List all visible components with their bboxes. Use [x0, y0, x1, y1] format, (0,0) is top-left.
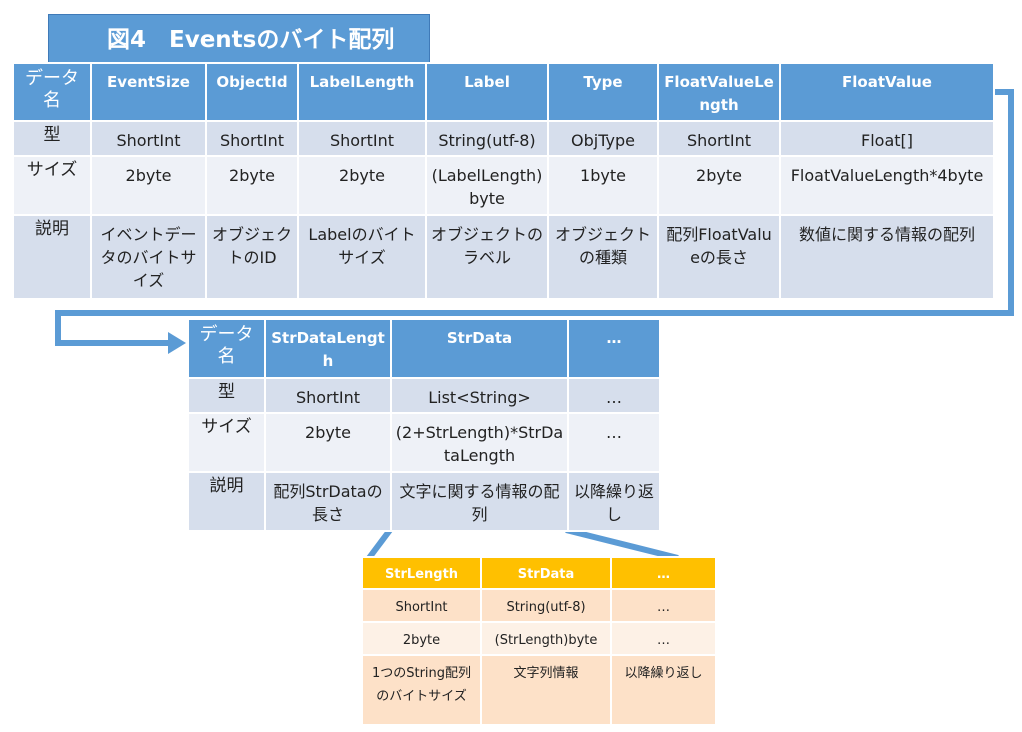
events-table: データ名 EventSize ObjectId LabelLength Labe…: [12, 62, 995, 300]
table-cell: 以降繰り返し: [567, 471, 661, 532]
row-label: 型: [12, 120, 92, 157]
table-cell: …: [610, 621, 717, 656]
table-row: 1つのString配列のバイトサイズ 文字列情報 以降繰り返し: [361, 654, 717, 726]
table-cell: 2byte: [361, 621, 482, 656]
table-row: データ名 EventSize ObjectId LabelLength Labe…: [12, 62, 995, 122]
column-header: ObjectId: [205, 62, 299, 122]
table-cell: 文字列情報: [480, 654, 612, 726]
zoom-line-left: [366, 528, 393, 560]
row-label: 説明: [187, 471, 266, 532]
column-header: …: [610, 556, 717, 590]
table-cell: 文字に関する情報の配列: [390, 471, 569, 532]
table-row: 型 ShortInt ShortInt ShortInt String(utf-…: [12, 120, 995, 157]
row-label: データ名: [12, 62, 92, 122]
row-label: サイズ: [12, 155, 92, 216]
zoom-line-right: [565, 527, 679, 561]
flow-arrow-head: [168, 332, 186, 354]
table-row: StrLength StrData …: [361, 556, 717, 590]
table-cell: (2+StrLength)*StrDataLength: [390, 412, 569, 473]
table-row: ShortInt String(utf-8) …: [361, 588, 717, 623]
table-cell: オブジェクトのラベル: [425, 214, 549, 300]
column-header: LabelLength: [297, 62, 427, 122]
table-cell: 2byte: [90, 155, 207, 216]
string-table: StrLength StrData … ShortInt String(utf-…: [361, 556, 717, 726]
table-cell: ShortInt: [657, 120, 781, 157]
figure-title: 図4 Eventsのバイト配列: [48, 14, 430, 64]
table-cell: ShortInt: [297, 120, 427, 157]
table-row: 2byte (StrLength)byte …: [361, 621, 717, 656]
table-cell: ShortInt: [90, 120, 207, 157]
column-header: Type: [547, 62, 659, 122]
column-header: …: [567, 318, 661, 379]
table-row: 説明 イベントデータのバイトサイズ オブジェクトのID Labelのバイトサイズ…: [12, 214, 995, 300]
table-cell: 2byte: [657, 155, 781, 216]
table-cell: 2byte: [297, 155, 427, 216]
table-row: 型 ShortInt List<String> …: [187, 377, 661, 414]
table-row: サイズ 2byte (2+StrLength)*StrDataLength …: [187, 412, 661, 473]
row-label: サイズ: [187, 412, 266, 473]
table-cell: オブジェクトの種類: [547, 214, 659, 300]
table-cell: ObjType: [547, 120, 659, 157]
table-cell: 配列StrDataの長さ: [264, 471, 392, 532]
table-cell: String(utf-8): [425, 120, 549, 157]
column-header: FloatValue: [779, 62, 995, 122]
table-cell: 以降繰り返し: [610, 654, 717, 726]
table-cell: …: [567, 377, 661, 414]
column-header: FloatValueLength: [657, 62, 781, 122]
column-header: EventSize: [90, 62, 207, 122]
row-label: 型: [187, 377, 266, 414]
table-cell: (StrLength)byte: [480, 621, 612, 656]
table-cell: …: [567, 412, 661, 473]
table-cell: ShortInt: [361, 588, 482, 623]
table-cell: 配列FloatValueの長さ: [657, 214, 781, 300]
table-cell: ShortInt: [264, 377, 392, 414]
table-cell: 2byte: [205, 155, 299, 216]
column-header: StrData: [480, 556, 612, 590]
row-label: データ名: [187, 318, 266, 379]
table-cell: オブジェクトのID: [205, 214, 299, 300]
table-cell: String(utf-8): [480, 588, 612, 623]
table-cell: イベントデータのバイトサイズ: [90, 214, 207, 300]
table-cell: Float[]: [779, 120, 995, 157]
table-row: データ名 StrDataLength StrData …: [187, 318, 661, 379]
table-cell: Labelのバイトサイズ: [297, 214, 427, 300]
table-cell: …: [610, 588, 717, 623]
table-row: サイズ 2byte 2byte 2byte (LabelLength)byte …: [12, 155, 995, 216]
table-row: 説明 配列StrDataの長さ 文字に関する情報の配列 以降繰り返し: [187, 471, 661, 532]
column-header: Label: [425, 62, 549, 122]
table-cell: (LabelLength)byte: [425, 155, 549, 216]
strdata-table: データ名 StrDataLength StrData … 型 ShortInt …: [187, 318, 661, 532]
column-header: StrDataLength: [264, 318, 392, 379]
column-header: StrData: [390, 318, 569, 379]
table-cell: FloatValueLength*4byte: [779, 155, 995, 216]
table-cell: 1つのString配列のバイトサイズ: [361, 654, 482, 726]
table-cell: 2byte: [264, 412, 392, 473]
table-cell: ShortInt: [205, 120, 299, 157]
row-label: 説明: [12, 214, 92, 300]
table-cell: 数値に関する情報の配列: [779, 214, 995, 300]
table-cell: List<String>: [390, 377, 569, 414]
column-header: StrLength: [361, 556, 482, 590]
table-cell: 1byte: [547, 155, 659, 216]
